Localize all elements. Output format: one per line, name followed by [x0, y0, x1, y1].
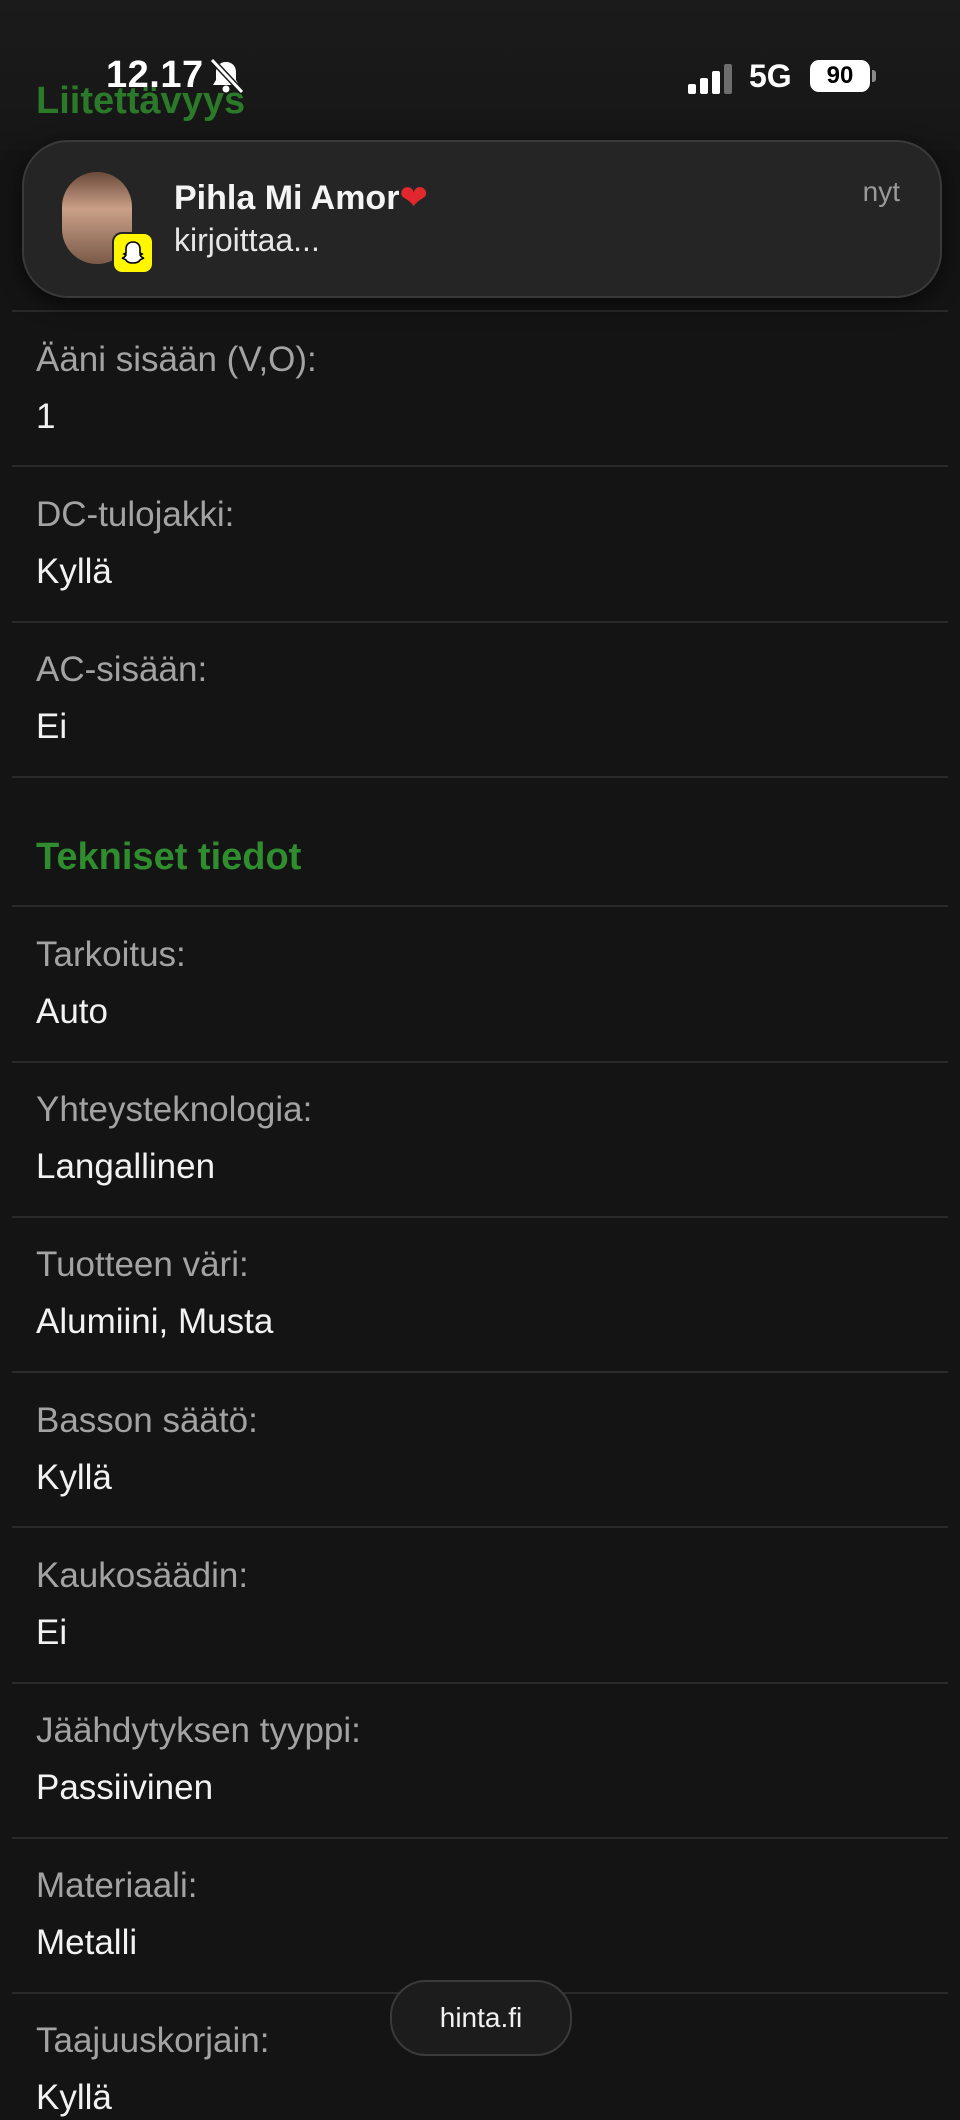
network-type: 5G: [749, 58, 792, 94]
spec-row-color: Tuotteen väri: Alumiini, Musta: [36, 1243, 936, 1344]
spec-row-material: Materiaali: Metalli: [36, 1864, 936, 1965]
spec-value: Langallinen: [36, 1147, 216, 1186]
divider: [12, 310, 948, 312]
site-url-pill[interactable]: hinta.fi: [390, 1980, 572, 2056]
heart-icon: ❤: [399, 179, 428, 217]
spec-value: Alumiini, Musta: [36, 1302, 274, 1341]
notification-message: kirjoittaa...: [174, 222, 320, 258]
spec-label: Tarkoitus:: [36, 935, 186, 974]
status-time: 12.17: [106, 54, 204, 96]
spec-label: Tuotteen väri:: [36, 1245, 249, 1284]
spec-label: Basson säätö:: [36, 1401, 258, 1440]
spec-label: AC-sisään:: [36, 650, 208, 689]
spec-row-audio-in: Ääni sisään (V,O): 1: [36, 338, 936, 439]
divider: [12, 1682, 948, 1684]
notification-banner[interactable]: Pihla Mi Amor❤ kirjoittaa... nyt: [22, 140, 942, 298]
spec-value: Ei: [36, 707, 68, 746]
spec-value: Passiivinen: [36, 1768, 214, 1807]
spec-row-ac-input: AC-sisään: Ei: [36, 648, 936, 749]
notification-time: nyt: [862, 176, 900, 207]
divider: [12, 1216, 948, 1218]
divider: [12, 1526, 948, 1528]
divider: [12, 621, 948, 623]
spec-value: Kyllä: [36, 2078, 112, 2117]
divider: [12, 1371, 948, 1373]
spec-value: Kyllä: [36, 1458, 112, 1497]
spec-label: Ääni sisään (V,O):: [36, 340, 317, 379]
spec-label: Materiaali:: [36, 1866, 198, 1905]
divider: [12, 465, 948, 467]
sender-name: Pihla Mi Amor: [174, 179, 400, 217]
spec-value: Kyllä: [36, 552, 112, 591]
spec-row-bass-control: Basson säätö: Kyllä: [36, 1399, 936, 1500]
spec-value: 1: [36, 397, 56, 436]
spec-label: DC-tulojakki:: [36, 495, 235, 534]
spec-label: Kaukosäädin:: [36, 1556, 249, 1595]
spec-row-connection-tech: Yhteysteknologia: Langallinen: [36, 1088, 936, 1189]
bell-off-icon: [209, 57, 245, 95]
signal-icon: [688, 64, 732, 94]
spec-value: Ei: [36, 1613, 68, 1652]
spec-row-cooling: Jäähdytyksen tyyppi: Passiivinen: [36, 1709, 936, 1810]
battery-icon: 90: [810, 60, 870, 92]
snapchat-icon: [112, 232, 154, 274]
spec-row-remote: Kaukosäädin: Ei: [36, 1554, 936, 1655]
battery-tip: [872, 70, 876, 82]
spec-row-purpose: Tarkoitus: Auto: [36, 933, 936, 1034]
divider: [12, 1837, 948, 1839]
divider: [12, 776, 948, 778]
spec-row-dc-input: DC-tulojakki: Kyllä: [36, 493, 936, 594]
divider: [12, 905, 948, 907]
spec-label: Yhteysteknologia:: [36, 1090, 313, 1129]
spec-value: Metalli: [36, 1923, 138, 1962]
divider: [12, 1061, 948, 1063]
spec-value: Auto: [36, 992, 108, 1031]
section-title-technical: Tekniset tiedot: [36, 836, 302, 878]
notification-sender: Pihla Mi Amor❤: [174, 178, 428, 218]
spec-label: Jäähdytyksen tyyppi:: [36, 1711, 361, 1750]
